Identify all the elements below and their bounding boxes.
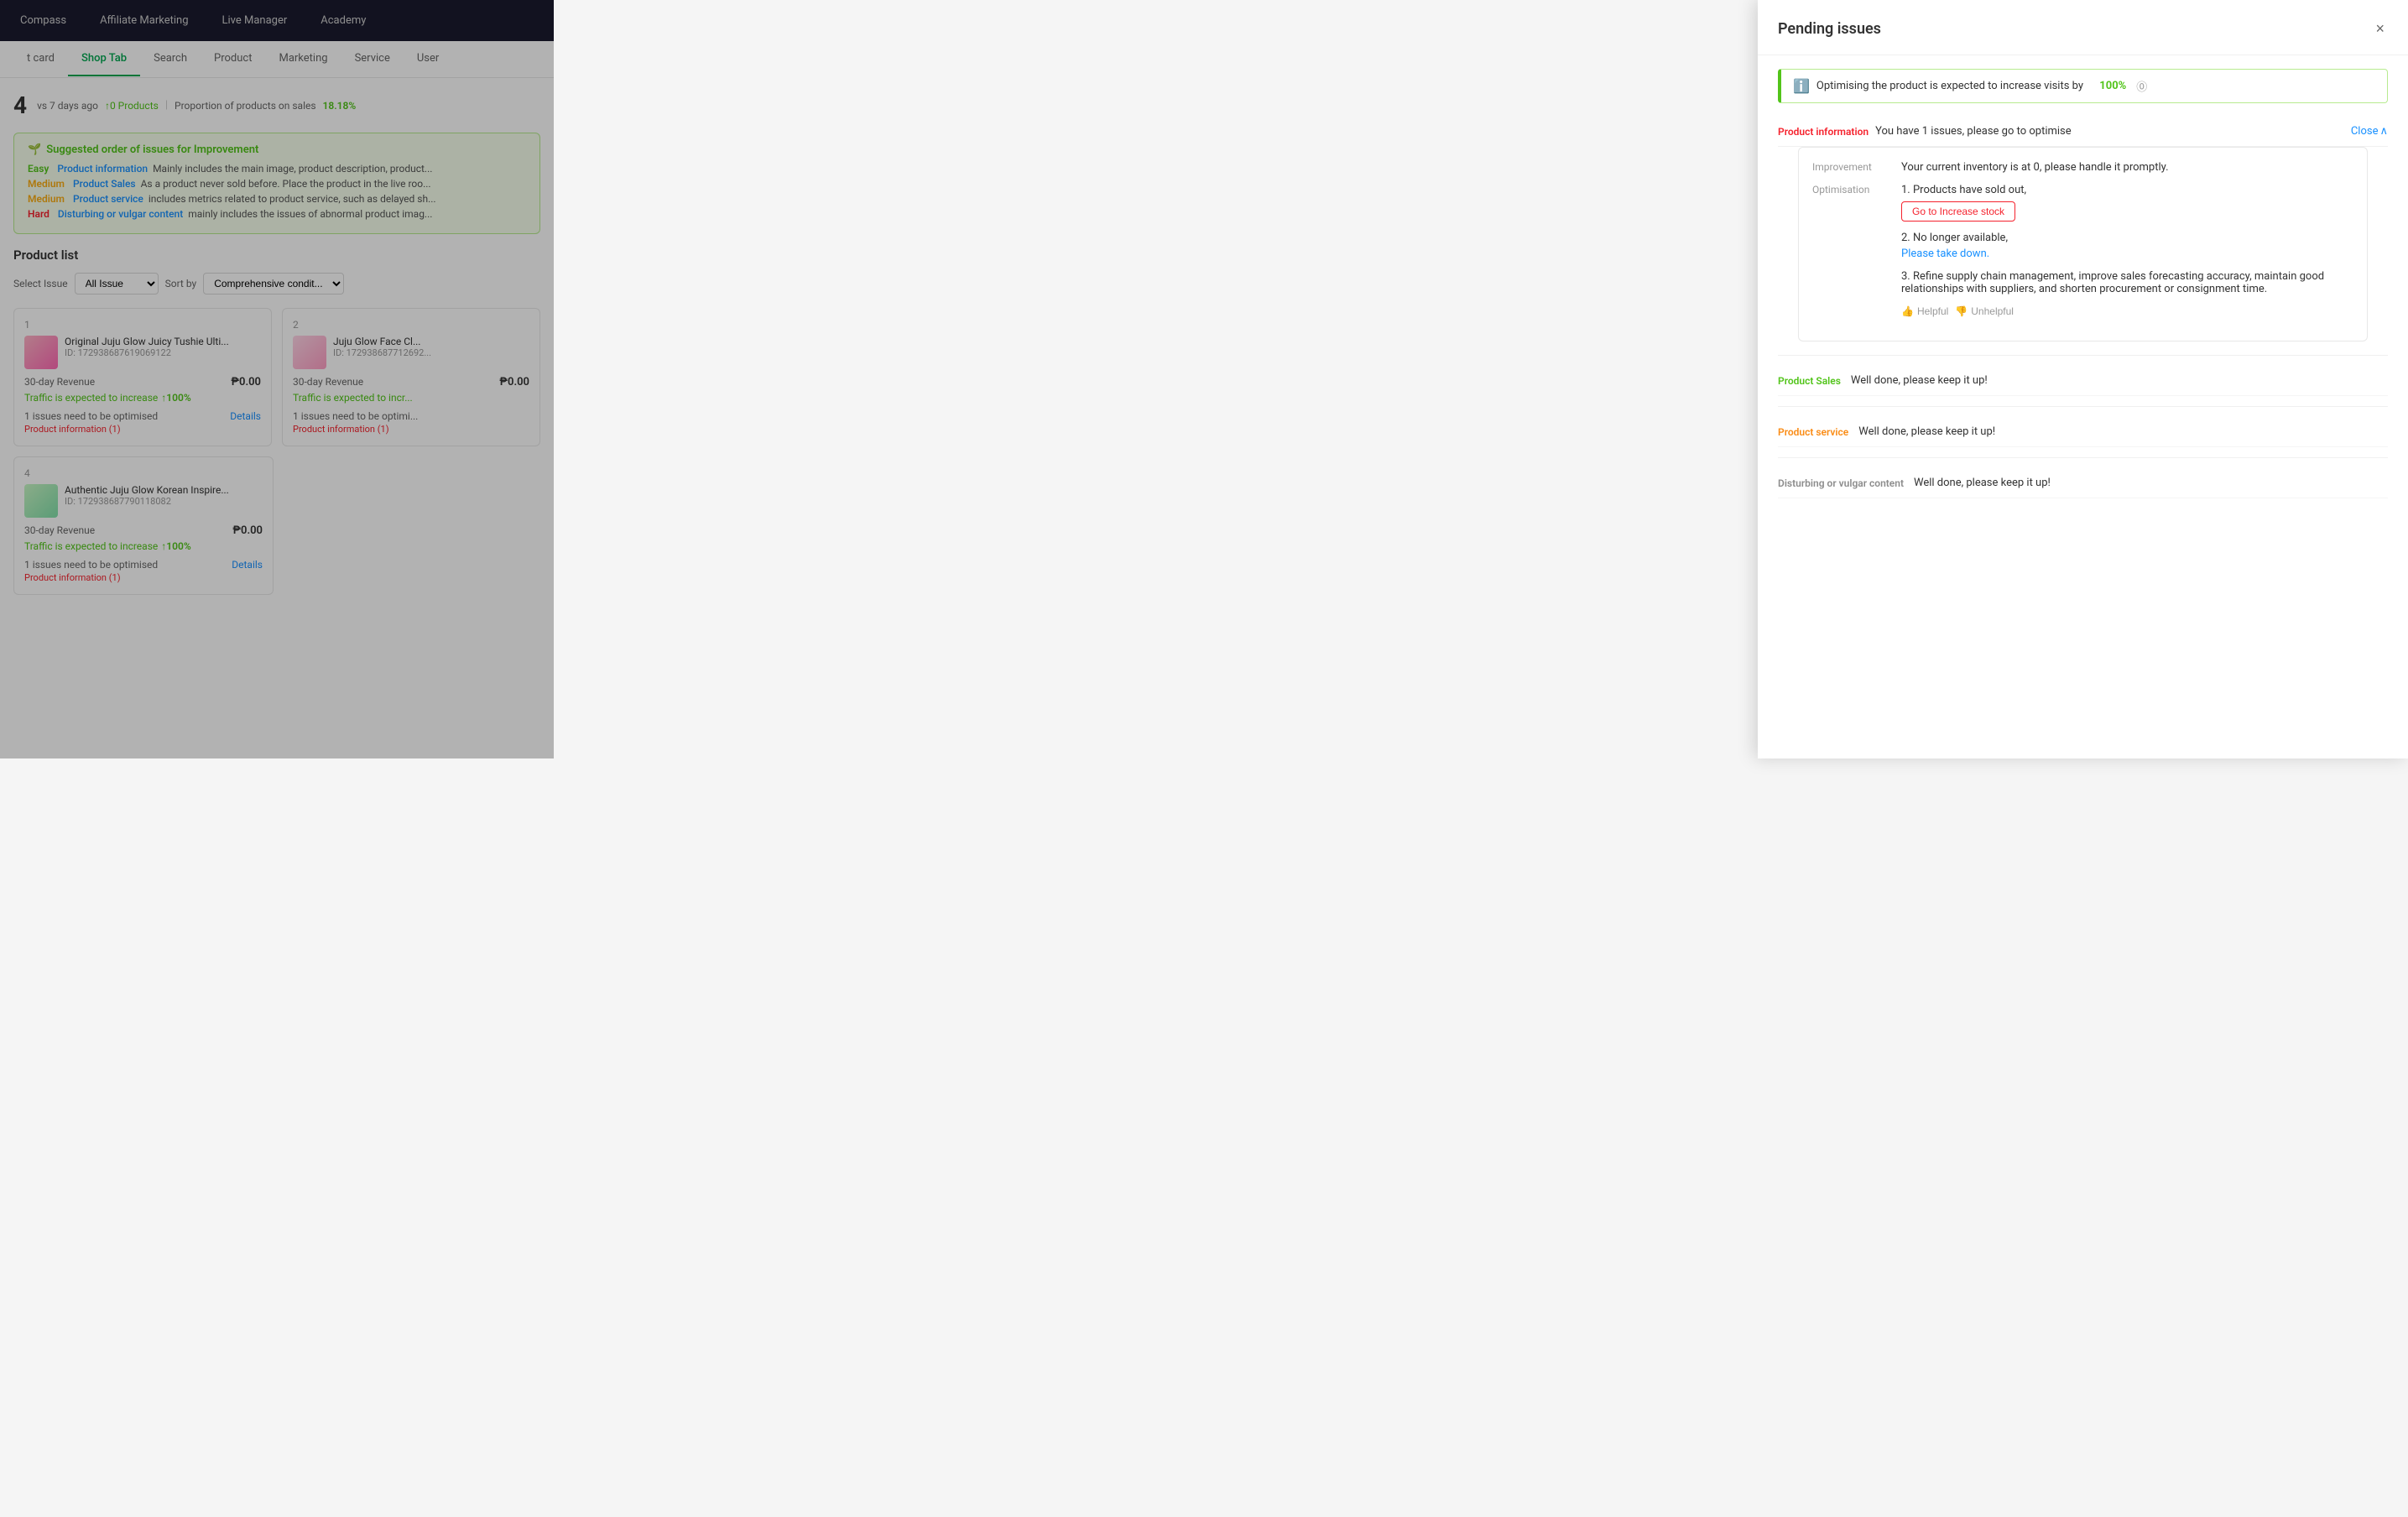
optimisation-label: Optimisation	[1812, 184, 1888, 317]
issue-section-1: Product Sales Well done, please keep it …	[1778, 366, 2388, 396]
issue-msg-3: Well done, please keep it up!	[1914, 477, 2051, 489]
opt-item-title-2: 3. Refine supply chain management, impro…	[1901, 270, 2353, 295]
go-to-increase-stock-button[interactable]: Go to Increase stock	[1901, 201, 2015, 222]
issue-detail-card-0: Improvement Your current inventory is at…	[1798, 147, 2368, 341]
issue-tag-disturbing-content: Disturbing or vulgar content	[1778, 477, 1904, 489]
issue-msg-1: Well done, please keep it up!	[1851, 374, 1988, 387]
divider-1	[1778, 355, 2388, 356]
panel-close-button[interactable]: ×	[2372, 17, 2388, 41]
opt-item-1: 2. No longer available, Please take down…	[1901, 232, 2353, 260]
divider-3	[1778, 457, 2388, 458]
helpful-row: 👍 Helpful 👎 Unhelpful	[1901, 305, 2353, 317]
issue-header-2: Product service Well done, please keep i…	[1778, 417, 2388, 447]
improvement-row: Improvement Your current inventory is at…	[1812, 161, 2353, 174]
info-banner-text: Optimising the product is expected to in…	[1816, 80, 2083, 92]
issue-section-2: Product service Well done, please keep i…	[1778, 417, 2388, 447]
issue-section-0: Product information You have 1 issues, p…	[1778, 117, 2388, 341]
opt-item-title-0: 1. Products have sold out,	[1901, 184, 2353, 196]
info-banner-pct: 100%	[2099, 80, 2126, 92]
issue-msg-2: Well done, please keep it up!	[1858, 425, 1995, 438]
info-banner: ℹ️ Optimising the product is expected to…	[1778, 69, 2388, 103]
thumbs-up-icon: 👍	[1901, 305, 1914, 317]
issue-header-1: Product Sales Well done, please keep it …	[1778, 366, 2388, 396]
issue-tag-product-info: Product information	[1778, 126, 1869, 138]
chevron-up-icon: ∧	[2379, 125, 2388, 138]
opt-item-title-1: 2. No longer available,	[1901, 232, 2353, 244]
opt-item-2: 3. Refine supply chain management, impro…	[1901, 270, 2353, 295]
info-icon: ℹ️	[1793, 78, 1810, 94]
opt-item-0: 1. Products have sold out, Go to Increas…	[1901, 184, 2353, 222]
issue-close-link-0[interactable]: Close ∧	[2351, 125, 2388, 138]
please-take-down-link[interactable]: Please take down.	[1901, 248, 1989, 260]
panel-header: Pending issues ×	[1758, 0, 2408, 55]
panel-title: Pending issues	[1778, 20, 1881, 38]
helpful-button[interactable]: 👍 Helpful	[1901, 305, 1948, 317]
optimisation-row: Optimisation 1. Products have sold out, …	[1812, 184, 2353, 317]
optimisation-items: 1. Products have sold out, Go to Increas…	[1901, 184, 2353, 317]
thumbs-down-icon: 👎	[1955, 305, 1968, 317]
issue-header-0: Product information You have 1 issues, p…	[1778, 117, 2388, 147]
divider-2	[1778, 406, 2388, 407]
issue-section-3: Disturbing or vulgar content Well done, …	[1778, 468, 2388, 498]
issue-tag-product-sales: Product Sales	[1778, 375, 1841, 387]
issue-header-3: Disturbing or vulgar content Well done, …	[1778, 468, 2388, 498]
unhelpful-button[interactable]: 👎 Unhelpful	[1955, 305, 2014, 317]
improvement-label: Improvement	[1812, 161, 1888, 174]
pending-issues-panel: Pending issues × ℹ️ Optimising the produ…	[1758, 0, 2408, 758]
issue-tag-product-service: Product service	[1778, 426, 1848, 438]
question-icon[interactable]: ⓪	[2136, 78, 2147, 94]
issue-msg-0: You have 1 issues, please go to optimise	[1875, 125, 2344, 138]
overlay-backdrop	[0, 0, 554, 758]
improvement-value: Your current inventory is at 0, please h…	[1901, 161, 2353, 174]
